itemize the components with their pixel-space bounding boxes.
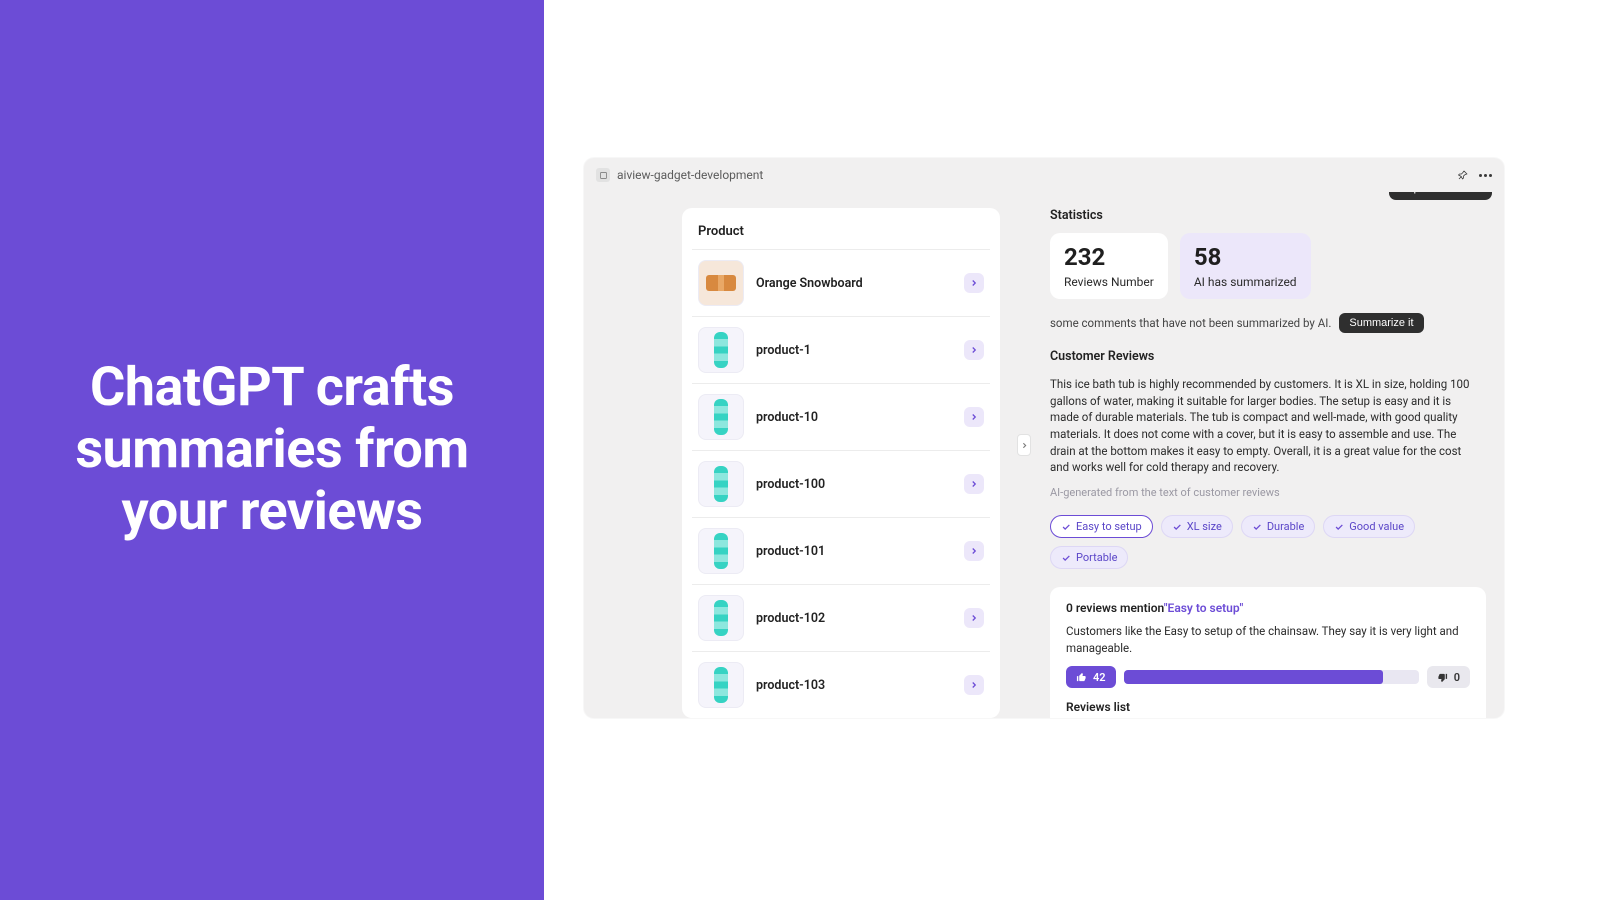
product-thumb [698,327,744,373]
panel-divider [1018,208,1032,718]
more-icon[interactable] [1479,174,1492,177]
chevron-right-icon[interactable] [964,474,984,494]
stat-reviews-value: 232 [1064,243,1154,271]
chip-label: Durable [1267,520,1304,533]
hero-panel: ChatGPT crafts summaries from your revie… [0,0,544,900]
summary-chip[interactable]: Durable [1241,515,1315,538]
sentiment-row: 42 0 [1066,666,1470,688]
product-panel: Product Orange Snowboard product-1 product… [682,208,1000,718]
stats-title: Statistics [1050,208,1486,223]
product-row[interactable]: Orange Snowboard [692,250,990,317]
customer-reviews-title: Customer Reviews [1050,349,1486,364]
chevron-right-icon[interactable] [964,407,984,427]
product-row[interactable]: product-1 [692,317,990,384]
summary-chip[interactable]: Easy to setup [1050,515,1153,538]
product-name: Orange Snowboard [756,276,952,291]
check-icon [1334,522,1344,532]
import-reviews-button[interactable]: Import Reviews [1389,192,1492,200]
sentiment-bar-fill [1124,670,1384,684]
product-row[interactable]: product-100 [692,451,990,518]
pin-icon[interactable] [1457,166,1469,185]
summary-chips: Easy to setup XL size Durable Good value Por… [1050,515,1486,569]
summarize-row: some comments that have not been summari… [1050,313,1486,333]
check-icon [1172,522,1182,532]
app-icon [596,168,610,182]
app-titlebar: aiview-gadget-development [584,158,1504,192]
product-row[interactable]: product-102 [692,585,990,652]
product-thumb [698,461,744,507]
stat-ai-label: AI has summarized [1194,275,1297,289]
summary-chip[interactable]: Portable [1050,546,1128,569]
product-row[interactable]: product-101 [692,518,990,585]
thumbs-up-pill[interactable]: 42 [1066,666,1116,688]
product-thumb [698,528,744,574]
thumbs-down-pill[interactable]: 0 [1427,666,1470,688]
chip-label: Good value [1349,520,1404,533]
mention-count: 0 reviews mention [1066,601,1164,615]
stage: aiview-gadget-development Product Orange… [544,0,1600,900]
sentiment-bar [1124,670,1419,684]
product-thumb [698,394,744,440]
chip-label: Portable [1076,551,1117,564]
product-panel-title: Product [692,222,990,249]
check-icon [1061,522,1071,532]
stats-row: 232 Reviews Number 58 AI has summarized [1050,233,1486,299]
thumbs-down-count: 0 [1454,671,1460,684]
summarize-button[interactable]: Summarize it [1339,313,1423,333]
product-name: product-102 [756,611,952,626]
product-thumb [698,662,744,708]
product-list: Orange Snowboard product-1 product-10 produ… [692,249,990,718]
app-window: aiview-gadget-development Product Orange… [584,158,1504,718]
reviews-list-label: Reviews list [1066,700,1470,714]
thumbs-up-count: 42 [1093,671,1106,684]
collapse-handle[interactable] [1017,434,1031,456]
chip-label: XL size [1187,520,1222,533]
chip-label: Easy to setup [1076,520,1142,533]
product-name: product-100 [756,477,952,492]
product-name: product-1 [756,343,952,358]
mention-title: 0 reviews mention"Easy to setup" [1066,601,1470,615]
stat-ai-summarized: 58 AI has summarized [1180,233,1311,299]
check-icon [1061,553,1071,563]
thumbs-up-icon [1076,672,1087,683]
product-thumb [698,260,744,306]
mention-body: Customers like the Easy to setup of the … [1066,623,1470,656]
mention-tag: "Easy to setup" [1164,601,1244,615]
product-name: product-10 [756,410,952,425]
product-thumb [698,595,744,641]
chevron-right-icon[interactable] [964,608,984,628]
product-row[interactable]: product-10 [692,384,990,451]
stat-reviews-label: Reviews Number [1064,275,1154,289]
thumbs-down-icon [1437,672,1448,683]
summary-chip[interactable]: Good value [1323,515,1415,538]
check-icon [1252,522,1262,532]
ai-generated-note: AI-generated from the text of customer r… [1050,486,1486,499]
product-name: product-103 [756,678,952,693]
customer-reviews-body: This ice bath tub is highly recommended … [1050,376,1486,476]
chevron-right-icon[interactable] [964,273,984,293]
stat-ai-value: 58 [1194,243,1297,271]
product-name: product-101 [756,544,952,559]
product-row[interactable]: product-103 [692,652,990,718]
chevron-right-icon[interactable] [964,541,984,561]
summarize-note: some comments that have not been summari… [1050,316,1331,330]
app-name: aiview-gadget-development [617,168,763,182]
chevron-right-icon[interactable] [964,675,984,695]
summary-chip[interactable]: XL size [1161,515,1233,538]
mention-card: 0 reviews mention"Easy to setup" Custome… [1050,587,1486,718]
hero-headline: ChatGPT crafts summaries from your revie… [40,357,504,543]
chevron-right-icon[interactable] [964,340,984,360]
details-panel: Import Reviews Statistics 232 Reviews Nu… [1050,208,1486,718]
stat-reviews: 232 Reviews Number [1050,233,1168,299]
